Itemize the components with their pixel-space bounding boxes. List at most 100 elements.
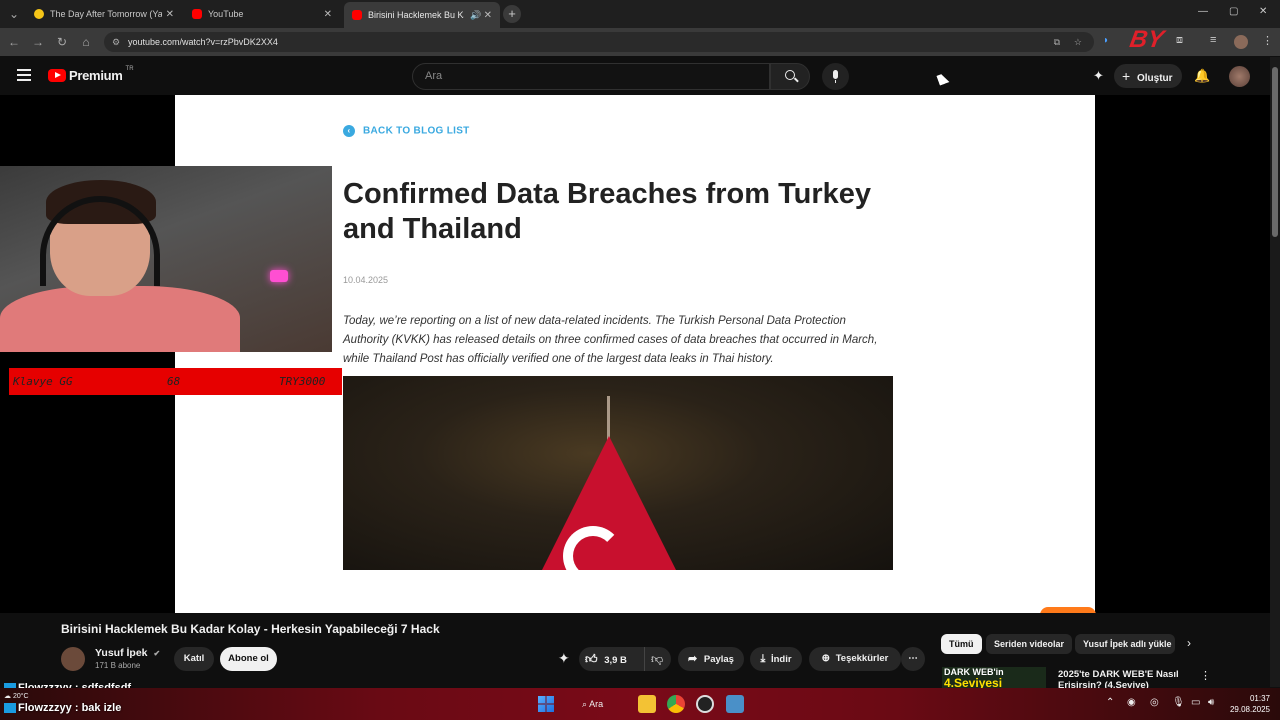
volume-icon[interactable]: 🔊︎ bbox=[1208, 697, 1214, 708]
microphone-icon bbox=[833, 70, 838, 79]
channel-name[interactable]: Yusuf İpek ✔ bbox=[95, 647, 160, 659]
chevron-right-icon[interactable]: › bbox=[1187, 636, 1191, 650]
tab-current-video[interactable]: Birisini Hacklemek Bu Kada 🔊 ✕ bbox=[344, 2, 500, 28]
close-window-icon[interactable]: ✕ bbox=[1259, 6, 1267, 17]
rgb-light bbox=[270, 270, 288, 282]
extension-icon[interactable]: ◗ bbox=[1103, 35, 1115, 47]
search-input[interactable]: Ara bbox=[412, 63, 770, 90]
menu-kebab-icon[interactable]: ⋮ bbox=[1262, 34, 1273, 47]
bookmark-star-icon[interactable]: ☆ bbox=[1074, 32, 1082, 52]
obs-icon[interactable] bbox=[696, 695, 714, 713]
tray-overflow-icon[interactable]: ⌃ bbox=[1106, 697, 1114, 708]
recommended-video[interactable]: DARK WEB'in 4.Seviyesi 2025'te DARK WEB'… bbox=[942, 667, 1262, 691]
reload-icon[interactable]: ↻ bbox=[54, 34, 70, 50]
maximize-icon[interactable]: ▢ bbox=[1229, 6, 1238, 17]
minimize-icon[interactable]: — bbox=[1198, 6, 1208, 17]
chip-series[interactable]: Seriden videolar bbox=[986, 634, 1073, 654]
scrollbar-thumb[interactable] bbox=[1272, 67, 1278, 237]
windows-start-icon[interactable] bbox=[538, 696, 554, 712]
join-button[interactable]: Katıl bbox=[174, 647, 214, 671]
file-explorer-icon[interactable] bbox=[638, 695, 656, 713]
tab-youtube[interactable]: YouTube ✕ bbox=[184, 4, 340, 24]
url-field[interactable]: ⚙ youtube.com/watch?v=rzPbvDK2XX4 ⧉ ☆ bbox=[104, 32, 1094, 52]
recommended-thumbnail: DARK WEB'in 4.Seviyesi bbox=[942, 667, 1046, 689]
notifications-bell-icon[interactable]: 🔔 bbox=[1194, 68, 1210, 84]
chrome-icon[interactable] bbox=[667, 695, 685, 713]
chat-user: Flowzzzyy bbox=[18, 702, 72, 714]
video-player[interactable]: ‹ BACK TO BLOG LIST Confirmed Data Breach… bbox=[0, 95, 1270, 613]
thanks-label: Teşekkürler bbox=[835, 653, 889, 664]
channel-avatar[interactable] bbox=[61, 647, 85, 671]
like-button[interactable]: 👍︎ 3,9 B bbox=[585, 647, 627, 671]
profile-avatar[interactable] bbox=[1234, 35, 1248, 49]
youtube-logo[interactable]: Premium TR bbox=[48, 66, 134, 83]
imdb-favicon-icon bbox=[34, 9, 44, 19]
subscriber-count: 171 B abone bbox=[95, 661, 141, 670]
tab-label: The Day After Tomorrow (Yarın bbox=[50, 9, 162, 19]
create-button[interactable]: + Oluştur bbox=[1114, 64, 1182, 88]
remote-desktop-icon[interactable] bbox=[726, 695, 744, 713]
close-tab-icon[interactable]: ✕ bbox=[166, 9, 174, 20]
logo-text: Premium bbox=[69, 68, 123, 83]
youtube-favicon-icon bbox=[352, 10, 362, 20]
plus-icon: + bbox=[1122, 68, 1131, 84]
share-button[interactable]: ➦ Paylaş bbox=[678, 647, 744, 671]
audio-playing-icon[interactable]: 🔊 bbox=[470, 10, 481, 21]
webcam-overlay bbox=[0, 166, 332, 352]
goal-target: TRY3000 bbox=[279, 375, 326, 388]
site-info-icon[interactable]: ⚙ bbox=[112, 32, 120, 52]
forward-icon[interactable]: → bbox=[30, 34, 46, 50]
back-icon[interactable]: ← bbox=[6, 34, 22, 50]
voice-search-button[interactable] bbox=[822, 63, 849, 90]
goal-label: Klavye GG bbox=[13, 375, 73, 388]
super-thanks-icon: ⊕ bbox=[821, 653, 831, 664]
home-icon[interactable]: ⌂ bbox=[78, 34, 94, 50]
chat-text: : bak izle bbox=[74, 702, 122, 714]
account-avatar[interactable] bbox=[1229, 66, 1250, 87]
subscribe-button[interactable]: Abone ol bbox=[220, 647, 277, 671]
network-icon[interactable]: ▭ bbox=[1191, 697, 1200, 708]
premium-sparkle-icon[interactable]: ✦ bbox=[1093, 68, 1104, 84]
blog-title: Confirmed Data Breaches from Turkey and … bbox=[343, 178, 872, 245]
thumbs-down-icon: 👎︎ bbox=[651, 652, 664, 666]
tab-list-icon[interactable]: ⌄ bbox=[6, 6, 22, 22]
page-scrollbar[interactable] bbox=[1270, 57, 1280, 687]
turkish-flag-image bbox=[343, 376, 893, 570]
back-to-blog-link: ‹ BACK TO BLOG LIST bbox=[343, 125, 470, 137]
hamburger-menu-icon[interactable] bbox=[17, 69, 31, 81]
clock-date: 29.08.2025 bbox=[1229, 705, 1270, 714]
goal-count: 68 bbox=[167, 375, 181, 388]
like-count: 3,9 B bbox=[604, 655, 627, 666]
microphone-icon[interactable]: 🎙︎ bbox=[1172, 697, 1185, 708]
close-tab-icon[interactable]: ✕ bbox=[484, 10, 492, 21]
video-title: Birisini Hacklemek Bu Kadar Kolay - Herk… bbox=[61, 622, 440, 636]
blog-date: 10.04.2025 bbox=[343, 275, 389, 285]
cursor-pointer bbox=[936, 72, 950, 86]
dislike-button[interactable]: 👎︎ bbox=[644, 647, 663, 671]
thanks-button[interactable]: ⊕ Teşekkürler bbox=[809, 647, 901, 671]
share-icon: ➦ bbox=[688, 653, 698, 665]
chip-channel-uploads[interactable]: Yusuf İpek adlı yükle bbox=[1075, 634, 1175, 654]
download-button[interactable]: ⤓ İndir bbox=[750, 647, 802, 671]
tab-day-after-tomorrow[interactable]: The Day After Tomorrow (Yarın ✕ bbox=[26, 4, 182, 24]
search-button[interactable] bbox=[770, 63, 810, 90]
premium-sparkle-icon[interactable]: ✦ bbox=[558, 650, 570, 667]
new-tab-button[interactable]: + bbox=[503, 5, 521, 23]
tray-app-icon[interactable]: ◎ bbox=[1150, 697, 1159, 708]
system-clock[interactable]: 01:37 29.08.2025 bbox=[1226, 693, 1270, 715]
donation-goal-bar: Klavye GG 68 TRY3000 bbox=[9, 368, 342, 395]
verified-icon: ✔ bbox=[153, 649, 161, 658]
tray-app-icon[interactable]: ◉ bbox=[1127, 697, 1136, 708]
more-actions-button[interactable]: ⋯ bbox=[901, 647, 925, 671]
chip-all[interactable]: Tümü bbox=[941, 634, 982, 654]
more-vert-icon[interactable]: ⋮ bbox=[1200, 669, 1211, 682]
media-control-icon[interactable]: ≡ bbox=[1210, 34, 1216, 46]
close-tab-icon[interactable]: ✕ bbox=[324, 9, 332, 20]
weather-temp: 20°C bbox=[12, 693, 29, 700]
taskbar-search-label: Ara bbox=[589, 699, 604, 709]
install-app-icon[interactable]: ⧉ bbox=[1054, 32, 1060, 52]
taskbar-search[interactable]: ⌕ Ara bbox=[574, 694, 630, 714]
extensions-puzzle-icon[interactable]: ⧈ bbox=[1176, 34, 1183, 47]
weather-widget[interactable]: ☁ 20°C bbox=[4, 692, 29, 700]
youtube-header: Premium TR Ara ✦ + Oluştur 🔔 bbox=[0, 57, 1280, 95]
